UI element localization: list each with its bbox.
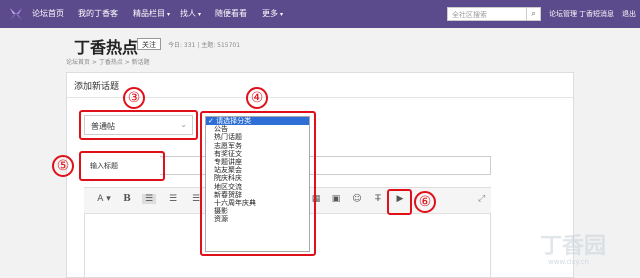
bold-button[interactable]: B [120, 194, 134, 204]
breadcrumb: 论坛首页 > 丁香热点 > 新话题 [66, 59, 150, 66]
chevron-down-icon: ▾ [167, 11, 171, 18]
nav-home[interactable]: 论坛首页 [32, 8, 64, 19]
nav-find-people[interactable]: 找人 ▾ [180, 8, 201, 19]
emoji-icon[interactable]: ☺ [350, 194, 364, 204]
nav-more[interactable]: 更多 ▾ [262, 8, 283, 19]
chevron-down-icon: ▾ [280, 11, 284, 18]
annotation-box-post-type [79, 110, 198, 140]
logout-link[interactable]: 退出 [622, 9, 636, 19]
search-icon[interactable]: ⌕ [527, 7, 541, 21]
nav-featured-label: 精品栏目 [133, 9, 165, 18]
messages-link[interactable]: 丁香短消息 [579, 9, 614, 19]
annotation-box-title [79, 151, 165, 181]
image-icon[interactable]: ▣ [329, 194, 343, 204]
page-title: 丁香热点 [74, 38, 139, 57]
nav-my-dxy[interactable]: 我的丁香客 [78, 8, 118, 19]
search-input[interactable]: 全社区搜索 [447, 7, 527, 21]
nav-more-label: 更多 [262, 9, 278, 18]
marker-3: ③ [123, 87, 145, 109]
nav-browse[interactable]: 随便看看 [215, 8, 247, 19]
nav-find-people-label: 找人 [180, 9, 196, 18]
marker-4: ④ [246, 87, 268, 109]
align-left-icon[interactable]: ☰ [142, 194, 156, 204]
fullscreen-icon[interactable]: ⤢ [478, 194, 485, 204]
watermark: 丁香园 [540, 234, 607, 259]
clear-format-icon[interactable]: T̶ [371, 194, 385, 204]
forum-stats: 今日: 331 | 主题: 515701 [168, 42, 241, 49]
marker-5: ⑤ [52, 155, 74, 177]
panel-title: 添加新话题 [74, 82, 120, 92]
annotation-box-video [387, 189, 412, 215]
annotation-box-category [200, 111, 316, 256]
chevron-down-icon: ▾ [198, 11, 202, 18]
align-center-icon[interactable]: ☰ [166, 194, 180, 204]
font-size-button[interactable]: A ▾ [94, 194, 114, 204]
nav-featured[interactable]: 精品栏目 ▾ [133, 8, 170, 19]
logo-icon[interactable] [8, 6, 24, 22]
follow-button[interactable]: 关注 [137, 38, 161, 50]
watermark-url: www.dxy.cn [548, 258, 589, 266]
marker-6: ⑥ [414, 191, 436, 213]
forum-admin-link[interactable]: 论坛管理 [549, 9, 577, 19]
